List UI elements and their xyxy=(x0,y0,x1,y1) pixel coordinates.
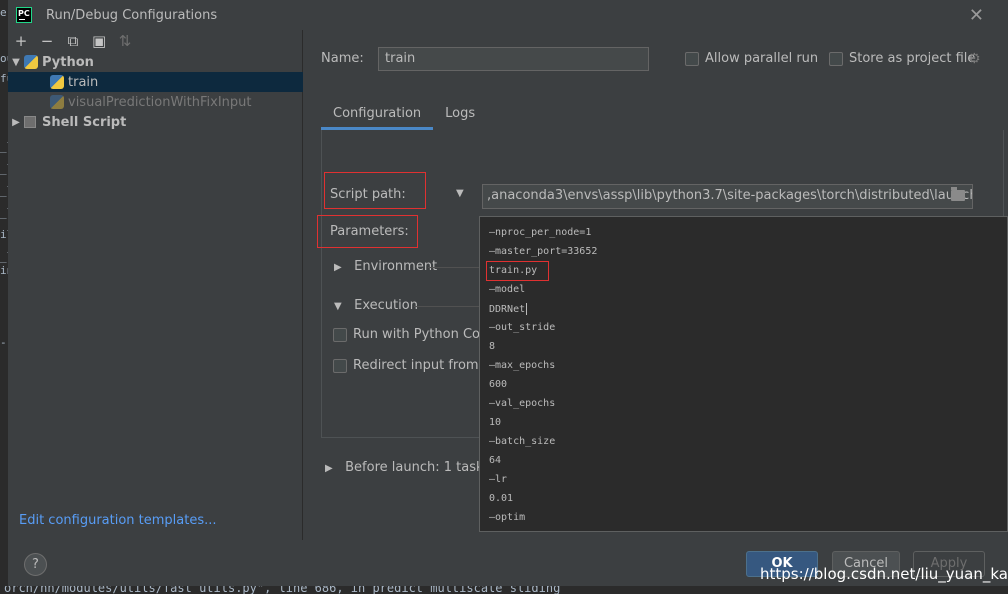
tab-configuration[interactable]: Configuration xyxy=(321,102,434,130)
edge-char: ou xyxy=(0,52,8,65)
configuration-tree: ▼ Python train visualPredictionWithFixIn… xyxy=(8,52,303,132)
python-icon xyxy=(24,55,38,69)
execution-label: Execution xyxy=(354,298,418,313)
parameter-line: —batch_size xyxy=(489,436,556,447)
section-divider xyxy=(428,267,480,268)
allow-parallel-checkbox[interactable] xyxy=(685,52,699,66)
tree-item-visual-prediction[interactable]: visualPredictionWithFixInput xyxy=(8,92,303,112)
copy-icon[interactable]: ⧉ xyxy=(66,34,80,49)
window-title: Run/Debug Configurations xyxy=(46,7,218,23)
run-python-console-checkbox[interactable] xyxy=(333,328,347,342)
watermark-text: https://blog.csdn.net/liu_yuan_kai xyxy=(760,565,1008,583)
edge-char: fu xyxy=(0,72,8,85)
parameter-text: DDRNet xyxy=(489,304,526,315)
edge-char: _l xyxy=(0,250,8,263)
folder-icon[interactable] xyxy=(951,187,965,201)
console-line: orch/nn/modules/utils/fast_utils.py", li… xyxy=(4,586,561,594)
store-project-checkbox[interactable] xyxy=(829,52,843,66)
parameter-line: 600 xyxy=(489,379,508,390)
edit-templates-link[interactable]: Edit configuration templates... xyxy=(19,513,217,528)
parameters-editor-popup[interactable]: —nproc_per_node=1 —master_port=33652 tra… xyxy=(479,216,1008,532)
script-path-field[interactable]: ,anaconda3\envs\assp\lib\python3.7\site-… xyxy=(482,184,973,209)
tree-label-shell: Shell Script xyxy=(42,114,127,130)
parameter-line: —max_epochs xyxy=(489,360,556,371)
allow-parallel-label: Allow parallel run xyxy=(705,51,819,66)
before-launch-label: Before launch: 1 task xyxy=(345,460,484,475)
tree-toolbar: + − ⧉ ▣ ⇅ xyxy=(8,30,302,52)
python-icon xyxy=(50,75,64,89)
name-label: Name: xyxy=(321,51,364,66)
script-type-dropdown-icon[interactable]: ▼ xyxy=(456,188,464,199)
chevron-down-icon[interactable]: ▼ xyxy=(334,301,350,312)
parameter-line: —master_port=33652 xyxy=(489,246,598,257)
run-python-console-label: Run with Python Cons xyxy=(353,327,496,342)
parameter-line: DDRNet xyxy=(489,303,528,315)
parameter-line: —model xyxy=(489,284,526,295)
title-bar: PC Run/Debug Configurations ✕ xyxy=(8,0,1008,30)
execution-section[interactable]: ▼ Execution xyxy=(334,298,418,313)
parameter-line: train.py xyxy=(489,265,538,276)
shell-script-icon xyxy=(24,116,36,128)
sort-icon[interactable]: ⇅ xyxy=(118,34,132,49)
tree-label-visual: visualPredictionWithFixInput xyxy=(68,94,252,110)
chevron-down-icon[interactable]: ▼ xyxy=(8,57,24,68)
parameter-line: —out_stride xyxy=(489,322,556,333)
text-cursor xyxy=(526,303,528,315)
add-icon[interactable]: + xyxy=(14,34,28,49)
script-path-label: Script path: xyxy=(330,187,406,202)
python-icon xyxy=(50,95,64,109)
store-project-label: Store as project file xyxy=(849,51,976,66)
parameter-line: 8 xyxy=(489,341,496,352)
edge-char: _l xyxy=(0,140,8,153)
parameters-label: Parameters: xyxy=(330,224,409,239)
parameter-line: 10 xyxy=(489,417,502,428)
environment-section[interactable]: ▶ Environment xyxy=(334,259,437,274)
tree-label-train: train xyxy=(68,74,99,90)
parameter-line: —lr xyxy=(489,474,508,485)
tree-item-train[interactable]: train xyxy=(8,72,303,92)
parameter-line: 64 xyxy=(489,455,502,466)
before-launch-section[interactable]: ▶ Before launch: 1 task xyxy=(325,460,484,475)
chevron-right-icon[interactable]: ▶ xyxy=(334,262,350,273)
parameter-line: —val_epochs xyxy=(489,398,556,409)
redirect-input-checkbox[interactable] xyxy=(333,359,347,373)
background-editor-strip: e ou fu _l _l _l _l il _l in - xyxy=(0,0,8,594)
parameter-line: 0.01 xyxy=(489,493,514,504)
parameter-line: —optim xyxy=(489,512,526,523)
edge-char: _l xyxy=(0,206,8,219)
edge-char: _l xyxy=(0,162,8,175)
name-field[interactable]: train xyxy=(378,47,649,71)
gear-icon[interactable]: ⚙ xyxy=(968,51,981,67)
redirect-input-label: Redirect input from: xyxy=(353,358,483,373)
chevron-right-icon[interactable]: ▶ xyxy=(8,117,24,128)
new-folder-icon[interactable]: ▣ xyxy=(92,34,106,49)
edge-char: il xyxy=(0,228,8,241)
tab-logs[interactable]: Logs xyxy=(433,102,487,130)
form-tabs: Configuration Logs xyxy=(321,102,487,130)
edge-char: _l xyxy=(0,184,8,197)
pycharm-logo-icon: PC xyxy=(16,7,32,23)
tree-label-python: Python xyxy=(42,54,94,70)
configuration-tree-panel: + − ⧉ ▣ ⇅ ▼ Python train visualPredictio… xyxy=(8,30,303,540)
parameter-line: —nproc_per_node=1 xyxy=(489,227,592,238)
tree-node-shell-script[interactable]: ▶ Shell Script xyxy=(8,112,303,132)
edge-char: e xyxy=(0,6,7,19)
environment-label: Environment xyxy=(354,259,438,274)
run-debug-dialog: e ou fu _l _l _l _l il _l in - PC Run/De… xyxy=(0,0,1008,594)
edge-char: in xyxy=(0,264,8,277)
background-console-strip: orch/nn/modules/utils/fast_utils.py", li… xyxy=(0,586,1008,594)
tree-node-python[interactable]: ▼ Python xyxy=(8,52,303,72)
close-icon[interactable]: ✕ xyxy=(969,5,984,26)
chevron-right-icon[interactable]: ▶ xyxy=(325,463,341,474)
edge-char: - xyxy=(0,336,7,349)
remove-icon[interactable]: − xyxy=(40,34,54,49)
help-button[interactable]: ? xyxy=(24,553,47,576)
section-divider xyxy=(414,306,480,307)
